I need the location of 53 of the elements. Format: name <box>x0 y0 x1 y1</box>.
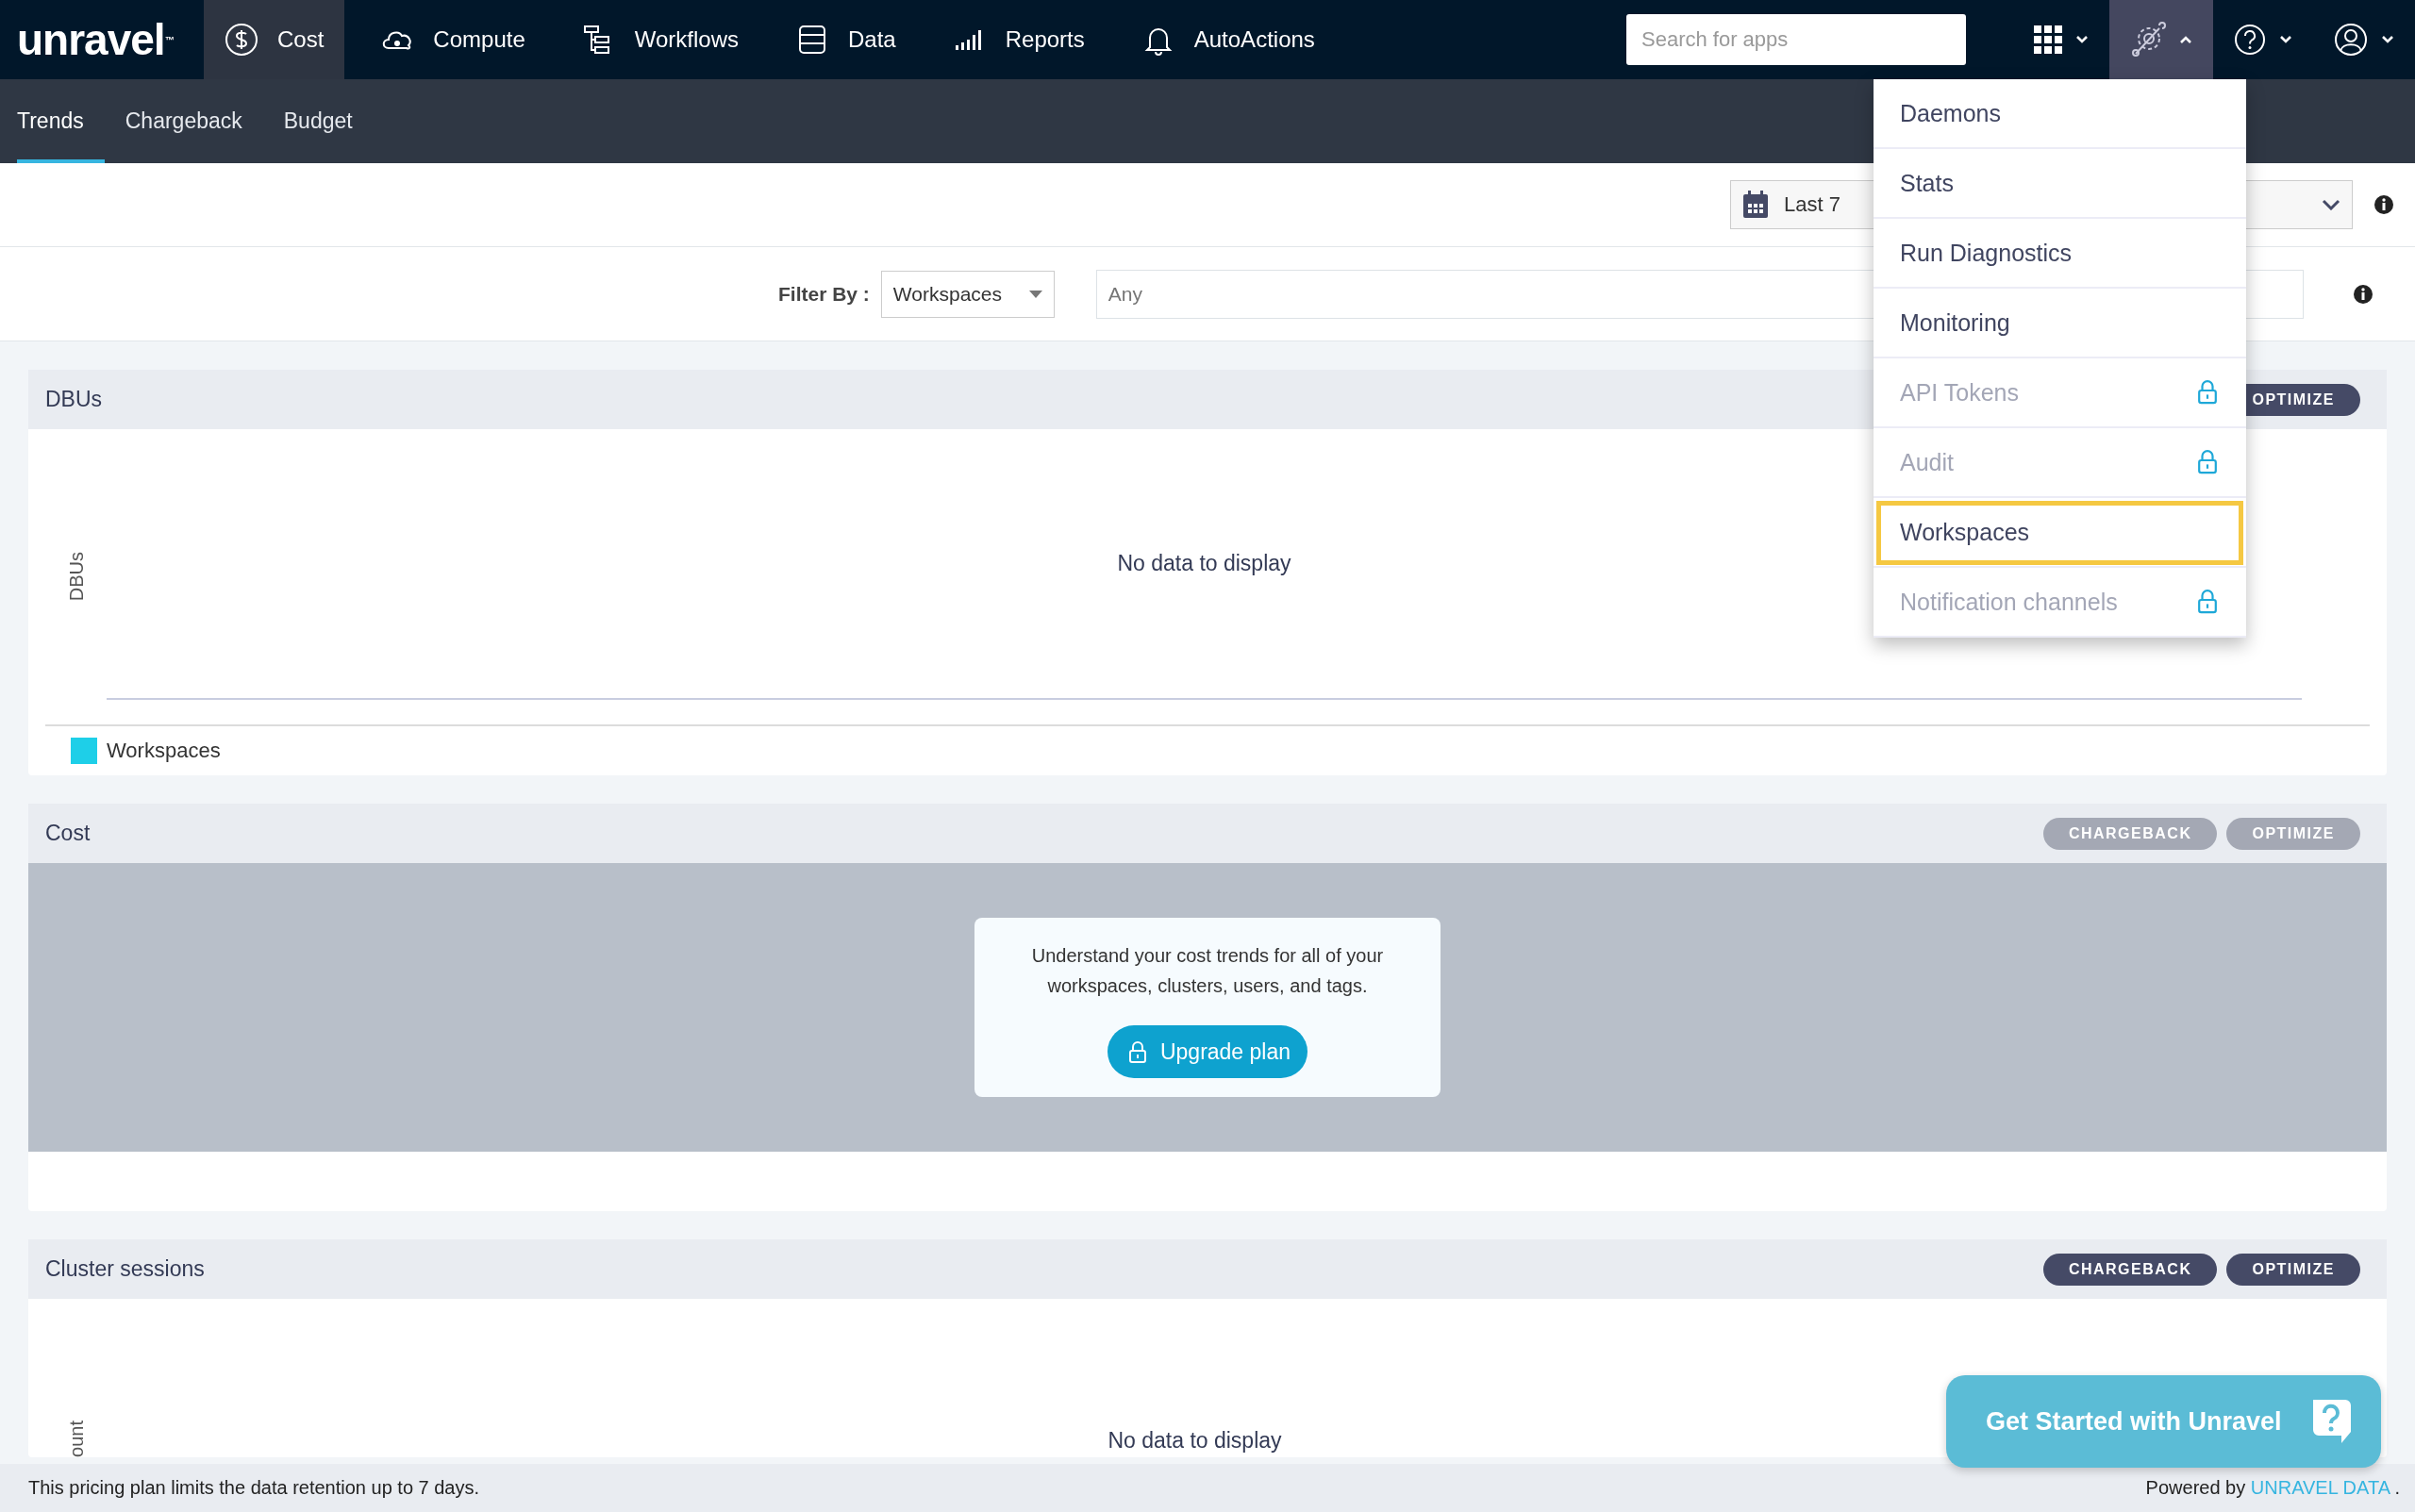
sub-tab[interactable]: Chargeback <box>125 79 263 163</box>
nav-tab[interactable]: Reports <box>931 0 1106 79</box>
optimize-button[interactable]: OPTIMIZE <box>2226 1253 2360 1286</box>
menu-item[interactable]: Daemons <box>1874 79 2246 149</box>
empty-message: No data to display <box>1107 1428 1283 1454</box>
lock-icon <box>2197 450 2218 474</box>
lock-icon <box>2197 590 2218 614</box>
workflow-icon <box>583 25 609 54</box>
info-icon[interactable] <box>2353 283 2373 305</box>
panel-title: Cost <box>45 821 91 846</box>
help-icon <box>2234 24 2266 56</box>
database-icon <box>799 25 825 54</box>
settings-icon <box>2130 22 2166 58</box>
nav-tab[interactable]: Workflows <box>560 0 759 79</box>
chevron-icon <box>2322 199 2340 210</box>
empty-message: No data to display <box>1117 551 1291 576</box>
lock-icon <box>2197 380 2218 405</box>
filter-label: Filter By : <box>778 282 870 306</box>
grid-icon <box>2034 25 2062 54</box>
user-icon <box>2334 23 2368 57</box>
legend-label: Workspaces <box>107 739 221 763</box>
nav-tab[interactable]: Compute <box>359 0 546 79</box>
sub-tab[interactable]: Budget <box>283 79 374 163</box>
upgrade-message: Understand your cost trends for all of your workspaces, clusters, users, and tags. <box>1030 944 1385 998</box>
caret-icon <box>2279 35 2292 44</box>
info-icon[interactable] <box>2373 194 2394 215</box>
lock-icon <box>1127 1040 1147 1063</box>
panel-title: Cluster sessions <box>45 1256 205 1282</box>
nav-tab[interactable]: Cost <box>204 0 345 79</box>
caret-icon <box>2381 35 2394 44</box>
caret-icon <box>2075 35 2089 44</box>
nav-tab[interactable]: Data <box>774 0 917 79</box>
menu-item[interactable]: Workspaces <box>1874 498 2246 568</box>
calendar-icon <box>1742 191 1769 219</box>
menu-item[interactable]: Monitoring <box>1874 289 2246 358</box>
filter-select[interactable]: Workspaces <box>880 270 1055 318</box>
panel-title: DBUs <box>45 387 103 412</box>
dollar-icon <box>225 24 258 56</box>
caret-icon <box>1028 290 1042 298</box>
search-field[interactable]: Search for apps <box>1626 14 1966 65</box>
cloud-icon <box>383 31 411 50</box>
nav-tab[interactable]: AutoActions <box>1120 0 1336 79</box>
caret-icon <box>2179 35 2192 44</box>
bell-icon <box>1145 28 1171 56</box>
plan-note: This pricing plan limits the data retention up to 7 days. <box>28 1477 480 1499</box>
menu-item[interactable]: Run Diagnostics <box>1874 219 2246 289</box>
logo[interactable]: unravel$^{™}$ <box>0 0 204 79</box>
chargeback-button[interactable]: CHARGEBACK <box>2042 1253 2218 1286</box>
menu-item[interactable]: Stats <box>1874 149 2246 219</box>
axis-label: DBUs <box>66 552 88 602</box>
powered-by-text: Powered by UNRAVEL DATA . <box>2145 1477 2400 1499</box>
bar-chart-icon <box>955 30 981 50</box>
axis-label: ount <box>66 1421 88 1457</box>
